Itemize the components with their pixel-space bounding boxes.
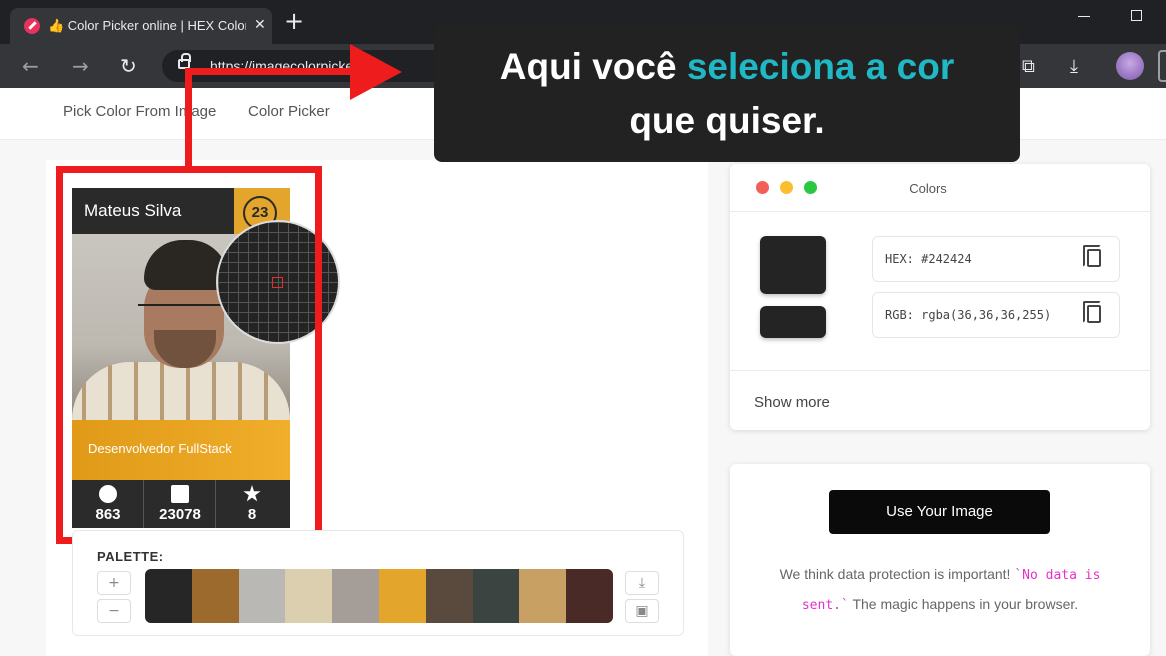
data-protection-text: We think data protection is important! `…	[770, 560, 1110, 620]
site-favicon-icon	[24, 18, 40, 34]
palette-add-button[interactable]: +	[97, 571, 131, 595]
palette-swatch[interactable]	[566, 569, 613, 623]
protection-text-end: The magic happens in your browser.	[848, 596, 1079, 612]
hex-field[interactable]: HEX: #242424	[872, 236, 1120, 282]
callout-highlight: seleciona a cor	[686, 46, 955, 87]
color-preview-small	[760, 306, 826, 338]
tab-title: 👍 Color Picker online | HEX Color	[48, 18, 246, 33]
nav-color-picker[interactable]: Color Picker	[248, 103, 330, 120]
divider	[730, 211, 1150, 212]
palette-swatch[interactable]	[425, 569, 473, 623]
palette-save-button[interactable]: ▣	[625, 599, 659, 623]
browser-tab[interactable]: 👍 Color Picker online | HEX Color ✕	[10, 8, 272, 44]
copy-hex-icon[interactable]	[1083, 245, 1101, 267]
copy-rgb-icon[interactable]	[1083, 301, 1101, 323]
palette-swatch[interactable]	[472, 569, 520, 623]
color-preview-large	[760, 236, 826, 294]
palette-swatch[interactable]	[519, 569, 567, 623]
download-icon[interactable]: ⤓	[1070, 56, 1078, 77]
palette-swatch[interactable]	[285, 569, 333, 623]
palette-swatch[interactable]	[145, 569, 192, 623]
pointer-arrow-icon	[350, 44, 402, 100]
palette-download-button[interactable]: ⤓	[625, 571, 659, 595]
pointer-line-vertical	[185, 72, 192, 168]
hex-value: HEX: #242424	[885, 252, 972, 266]
rgb-field[interactable]: RGB: rgba(36,36,36,255)	[872, 292, 1120, 338]
tab-close-icon[interactable]: ✕	[254, 16, 266, 33]
profile-avatar[interactable]	[1116, 52, 1144, 80]
address-bar[interactable]: https://imagecolorpicker.com	[162, 50, 462, 82]
divider	[730, 370, 1150, 371]
use-your-image-button[interactable]: Use Your Image	[829, 490, 1050, 534]
palette-swatch[interactable]	[238, 569, 286, 623]
nav-pick-color-from-image[interactable]: Pick Color From Image	[63, 103, 216, 120]
extensions-icon[interactable]: ⧉	[1022, 56, 1035, 77]
colors-panel-title: Colors	[909, 181, 947, 196]
minimize-window-icon[interactable]	[1078, 16, 1090, 17]
upload-panel: Use Your Image We think data protection …	[730, 464, 1150, 656]
annotation-callout: Aqui você seleciona a cor que quiser.	[434, 24, 1020, 162]
protection-text-start: We think data protection is important!	[779, 566, 1015, 582]
palette-remove-button[interactable]: −	[97, 599, 131, 623]
rgb-value: RGB: rgba(36,36,36,255)	[885, 308, 1052, 322]
callout-line-1: Aqui você seleciona a cor	[434, 46, 1020, 88]
callout-line-2: que quiser.	[629, 100, 825, 141]
back-arrow-icon[interactable]: ←	[22, 54, 39, 78]
palette-swatch[interactable]	[191, 569, 239, 623]
palette-section: PALETTE: + − ⤓ ▣	[72, 530, 684, 636]
show-more-link[interactable]: Show more	[754, 394, 830, 411]
browser-menu-fragment[interactable]	[1158, 50, 1166, 82]
highlight-box	[56, 166, 322, 544]
pointer-line-horizontal	[185, 68, 365, 75]
palette-label: PALETTE:	[97, 549, 164, 564]
reload-icon[interactable]: ↻	[120, 54, 137, 78]
palette-swatch[interactable]	[332, 569, 379, 623]
callout-prefix: Aqui você	[499, 46, 687, 87]
colors-panel: Colors HEX: #242424 RGB: rgba(36,36,36,2…	[730, 164, 1150, 430]
palette-swatches	[145, 569, 613, 623]
forward-arrow-icon[interactable]: →	[72, 54, 89, 78]
new-tab-button[interactable]: +	[284, 9, 304, 33]
maximize-window-icon[interactable]	[1131, 10, 1142, 21]
palette-swatch[interactable]	[378, 569, 426, 623]
